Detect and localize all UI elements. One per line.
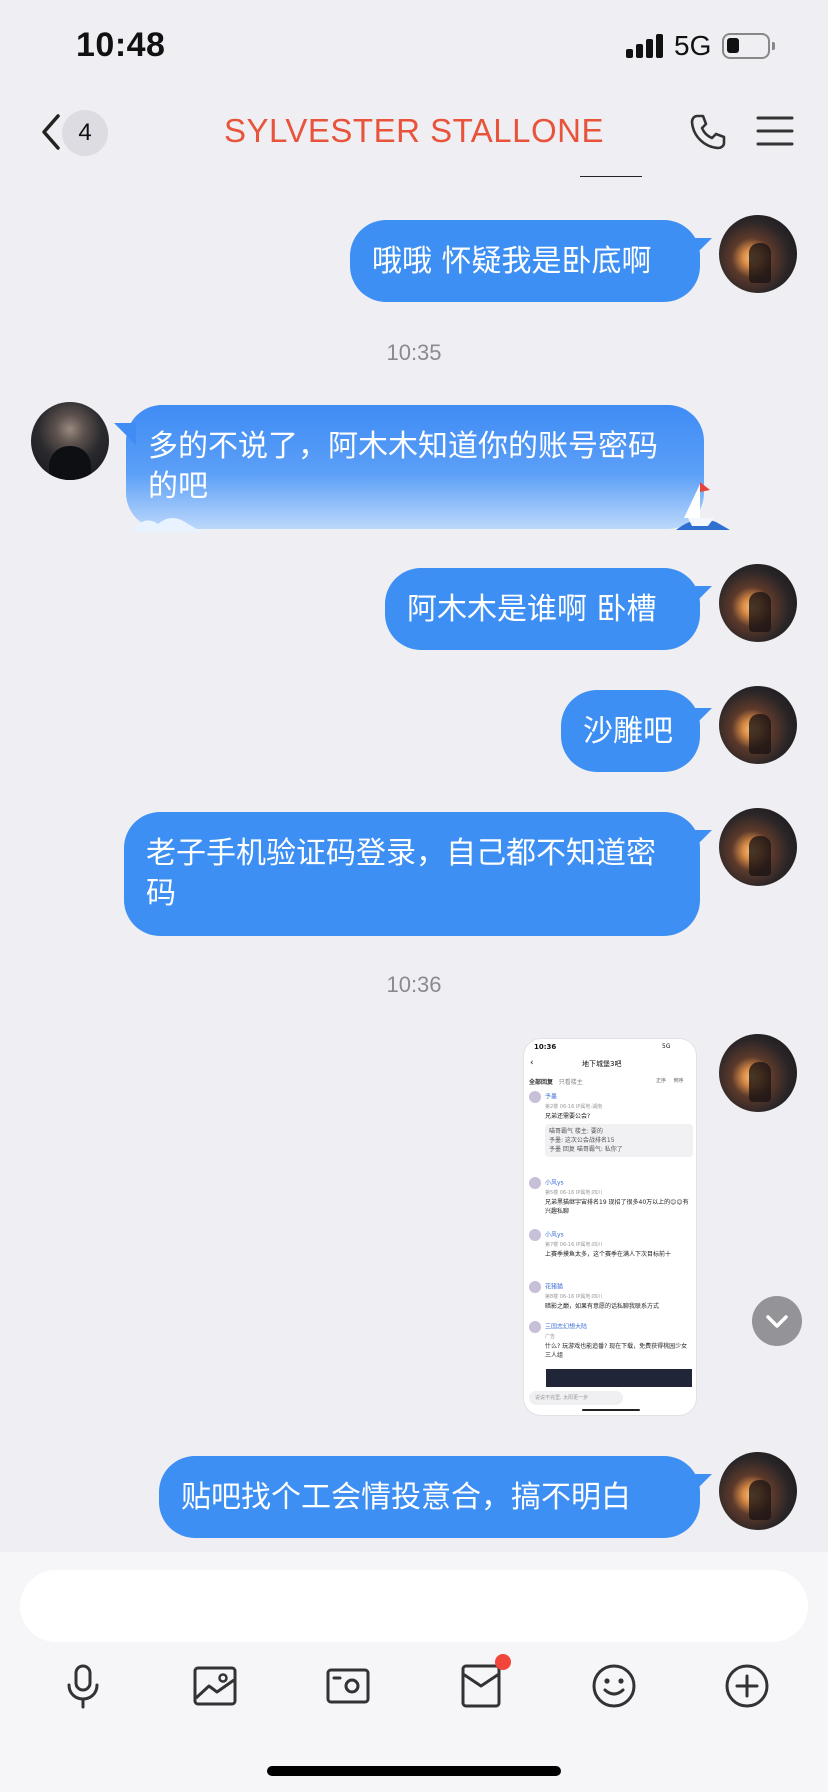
image-post: 予墨 第2楼 06-16 IP属地:湖南 兄弟还需要公会? 喵哥霸气 楼主: 要… bbox=[529, 1091, 693, 1157]
image-status-time: 10:36 bbox=[534, 1043, 557, 1051]
hamburger-menu-icon bbox=[756, 116, 794, 146]
emoji-button[interactable] bbox=[586, 1658, 642, 1714]
message-input[interactable] bbox=[20, 1570, 808, 1642]
camera-icon bbox=[326, 1668, 370, 1704]
message-bubble-self[interactable]: 贴吧找个工会情投意合，搞不明白 bbox=[159, 1456, 700, 1538]
more-button[interactable] bbox=[719, 1658, 775, 1714]
image-message-screenshot[interactable]: 10:36 5G ‹ 地下城堡3吧 全部回复 只看楼主 正序 倒序 予墨 第2楼… bbox=[523, 1038, 697, 1416]
chat-header: 4 SYLVESTER STALLONE bbox=[0, 92, 828, 176]
message-bubble-self[interactable]: 哦哦 怀疑我是卧底啊 bbox=[350, 220, 700, 302]
phone-icon bbox=[690, 114, 726, 150]
menu-button[interactable] bbox=[756, 114, 794, 148]
self-avatar[interactable] bbox=[719, 686, 797, 764]
microphone-icon bbox=[67, 1664, 99, 1709]
chevron-down-icon bbox=[766, 1315, 788, 1328]
network-type: 5G bbox=[674, 30, 712, 61]
red-packet-button[interactable] bbox=[453, 1654, 511, 1714]
notification-dot bbox=[495, 1654, 511, 1670]
image-sort-desc: 倒序 bbox=[673, 1078, 684, 1084]
image-icon bbox=[193, 1666, 237, 1706]
image-forum-title: 地下城堡3吧 bbox=[582, 1060, 622, 1068]
message-timestamp: 10:35 bbox=[386, 340, 442, 365]
status-bar: 10:48 5G bbox=[0, 0, 828, 92]
image-sort-asc: 正序 bbox=[656, 1078, 667, 1084]
image-ad-banner bbox=[546, 1369, 692, 1387]
image-post: 三国志幻想大陆 广告 什么? 玩游戏也能追番? 现在下载，免费获得桃园少女三人组 bbox=[529, 1321, 693, 1360]
self-avatar[interactable] bbox=[719, 1452, 797, 1530]
message-bubble-self[interactable]: 沙雕吧 bbox=[561, 690, 700, 772]
self-avatar[interactable] bbox=[719, 1034, 797, 1112]
self-avatar[interactable] bbox=[719, 215, 797, 293]
image-status-net: 5G bbox=[662, 1043, 671, 1050]
scroll-to-bottom-button[interactable] bbox=[752, 1296, 802, 1346]
home-indicator bbox=[267, 1766, 561, 1776]
previous-message-edge-line bbox=[580, 176, 642, 177]
sailboat-decoration-icon bbox=[676, 482, 730, 530]
back-button[interactable]: 4 bbox=[30, 110, 114, 156]
gallery-button[interactable] bbox=[187, 1658, 243, 1714]
unread-count-badge: 4 bbox=[62, 110, 108, 156]
chat-title: SYLVESTER STALLONE bbox=[223, 112, 605, 149]
battery-icon bbox=[722, 33, 775, 59]
call-button[interactable] bbox=[688, 112, 728, 152]
message-bubble-self[interactable]: 老子手机验证码登录，自己都不知道密码 bbox=[124, 812, 700, 936]
image-home-indicator bbox=[582, 1409, 640, 1411]
self-avatar[interactable] bbox=[719, 808, 797, 886]
plus-icon bbox=[725, 1664, 769, 1708]
voice-button[interactable] bbox=[55, 1658, 111, 1714]
image-input-field: 说说不完里, 太阳更一步 bbox=[529, 1391, 623, 1405]
camera-button[interactable] bbox=[320, 1658, 376, 1714]
message-bubble-other[interactable]: 多的不说了，阿木木知道你的账号密码的吧 bbox=[126, 405, 704, 529]
self-avatar[interactable] bbox=[719, 564, 797, 642]
image-post: 小风ys 第5楼 06-16 IP属地:四川 兄弟黑猫继宇宙排名19 现招了很多… bbox=[529, 1177, 693, 1216]
image-tab-all: 全部回复 bbox=[529, 1079, 554, 1086]
message-bubble-self[interactable]: 阿木木是谁啊 卧槽 bbox=[385, 568, 700, 650]
image-tab-host: 只看楼主 bbox=[558, 1079, 583, 1086]
signal-strength-icon bbox=[626, 34, 666, 58]
image-tabs: 全部回复 只看楼主 bbox=[529, 1077, 583, 1086]
image-back-icon: ‹ bbox=[530, 1058, 534, 1068]
emoji-icon bbox=[592, 1664, 636, 1708]
bubble-decoration-waves bbox=[132, 518, 202, 532]
status-time: 10:48 bbox=[76, 26, 166, 64]
message-composer bbox=[0, 1552, 828, 1792]
chat-message-list[interactable]: 哦哦 怀疑我是卧底啊 10:35 多的不说了，阿木木知道你的账号密码的吧 阿木木… bbox=[0, 176, 828, 1552]
contact-avatar[interactable] bbox=[31, 402, 109, 480]
image-post: 小风ys 第7楼 06-16 IP属地:四川 上赛季摸鱼太多，这个赛季在满人下次… bbox=[529, 1229, 693, 1259]
image-post: 花猪猫 第8楼 06-16 IP属地:四川 暗影之巅，如果有意愿的话私聊我联系方… bbox=[529, 1281, 693, 1311]
message-timestamp: 10:36 bbox=[386, 972, 442, 997]
